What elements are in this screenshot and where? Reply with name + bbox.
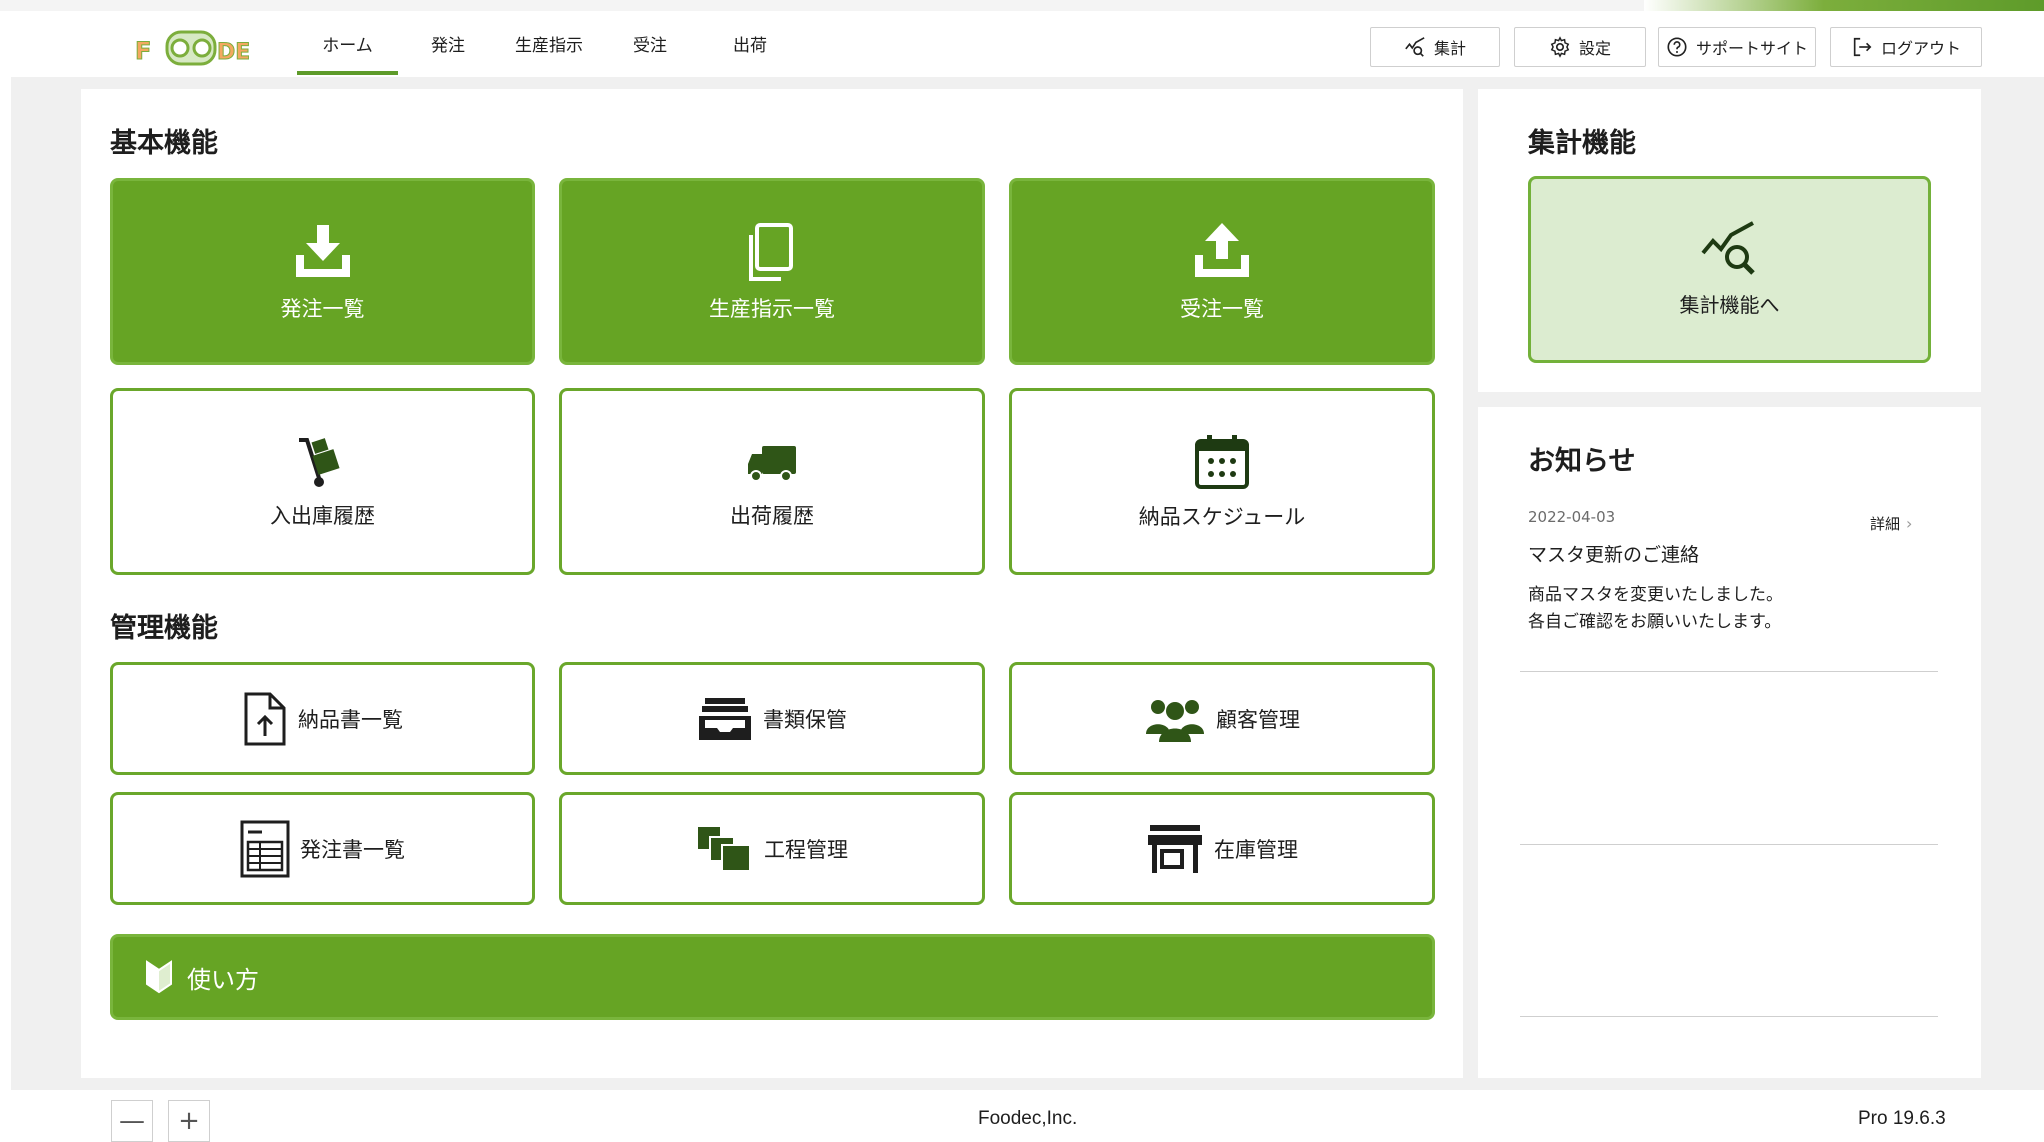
news-date: 2022-04-03 <box>1528 508 1616 526</box>
tile-stock-history-label: 入出庫履歴 <box>270 503 375 528</box>
tile-inventory-management[interactable]: 在庫管理 <box>1009 792 1435 905</box>
top-strip <box>0 0 2044 11</box>
gear-icon <box>1550 36 1570 58</box>
tile-process-management-label: 工程管理 <box>764 837 848 862</box>
support-button[interactable]: サポートサイト <box>1658 27 1816 67</box>
tile-customer-management[interactable]: 顧客管理 <box>1009 662 1435 775</box>
tile-shipping-history[interactable]: 出荷履歴 <box>559 388 985 575</box>
logout-icon <box>1853 37 1872 57</box>
version-label: Pro 19.6.3 <box>1858 1108 1946 1129</box>
tile-shipping-history-label: 出荷履歴 <box>730 503 814 528</box>
tile-stock-history[interactable]: 入出庫履歴 <box>110 388 535 575</box>
howto-label: 使い方 <box>187 965 259 994</box>
truck-icon <box>748 445 796 482</box>
download-icon <box>295 224 350 277</box>
zoom-in-button[interactable]: + <box>168 1100 210 1142</box>
basic-section-title: 基本機能 <box>110 128 218 159</box>
tile-purchase-order-list-label: 発注書一覧 <box>300 837 405 862</box>
footer: — + Foodec,Inc. Pro 19.6.3 <box>0 1090 2044 1142</box>
logout-button-label: ログアウト <box>1880 39 1961 58</box>
news-body-line: 各自ご確認をお願いいたします。 <box>1528 612 1782 632</box>
beginner-mark-icon <box>146 960 172 994</box>
logo-image: F DEC <box>135 30 267 66</box>
tile-production-list[interactable]: 生産指示一覧 <box>559 178 985 365</box>
calendar-icon <box>1195 434 1249 489</box>
tile-document-storage-label: 書類保管 <box>763 707 847 732</box>
nav-received-label: 受注 <box>633 35 667 56</box>
news-divider <box>1520 671 1938 672</box>
tile-order-list[interactable]: 発注一覧 <box>110 178 535 365</box>
chart-search-icon <box>1700 221 1755 275</box>
tile-process-management[interactable]: 工程管理 <box>559 792 985 905</box>
tile-delivery-schedule[interactable]: 納品スケジュール <box>1009 388 1435 575</box>
news-detail-label: 詳細 <box>1870 515 1901 533</box>
nav-order-label: 発注 <box>431 35 465 56</box>
tile-go-aggregate[interactable]: 集計機能へ <box>1528 176 1931 363</box>
tile-delivery-note-list-label: 納品書一覧 <box>298 707 403 732</box>
nav-production[interactable]: 生産指示 <box>500 11 598 75</box>
tile-order-list-label: 発注一覧 <box>280 296 365 321</box>
tile-received-list-label: 受注一覧 <box>1180 296 1264 321</box>
stacked-squares-icon <box>698 826 751 872</box>
support-button-label: サポートサイト <box>1695 39 1808 58</box>
company-name: Foodec,Inc. <box>978 1108 1078 1129</box>
tile-delivery-schedule-label: 納品スケジュール <box>1138 504 1306 529</box>
howto-button[interactable]: 使い方 <box>110 934 1435 1020</box>
chart-search-icon <box>1405 37 1425 57</box>
news-divider <box>1520 844 1938 845</box>
aggregate-section-title: 集計機能 <box>1528 128 1636 159</box>
news-divider <box>1520 1016 1938 1017</box>
svg-text:F: F <box>135 37 151 65</box>
tile-go-aggregate-label: 集計機能へ <box>1679 293 1780 317</box>
file-upload-icon <box>244 692 286 745</box>
tile-received-list[interactable]: 受注一覧 <box>1009 178 1435 365</box>
upload-icon <box>1195 222 1249 277</box>
inbox-icon <box>699 697 751 740</box>
news-body: 商品マスタを変更いたしました。 各自ご確認をお願いいたします。 <box>1528 582 1783 636</box>
hand-truck-icon <box>298 437 340 487</box>
store-icon <box>1148 824 1202 873</box>
settings-button-label: 設定 <box>1578 39 1611 58</box>
logout-button[interactable]: ログアウト <box>1830 27 1982 67</box>
tile-document-storage[interactable]: 書類保管 <box>559 662 985 775</box>
zoom-in-label: + <box>178 1106 200 1136</box>
news-body-line: 商品マスタを変更いたしました。 <box>1528 585 1783 605</box>
header: F DEC ホーム 発注 生産指示 受注 出荷 集計 設定 サポートサイト ログ… <box>0 11 2044 77</box>
tile-customer-management-label: 顧客管理 <box>1216 707 1300 732</box>
tile-purchase-order-list[interactable]: 発注書一覧 <box>110 792 535 905</box>
tile-delivery-note-list[interactable]: 納品書一覧 <box>110 662 535 775</box>
copy-icon <box>749 222 793 281</box>
news-detail-link[interactable]: 詳細 › <box>1870 513 1912 534</box>
nav-shipping[interactable]: 出荷 <box>712 11 788 75</box>
foodec-logo[interactable]: F DEC <box>133 28 267 68</box>
tile-production-list-label: 生産指示一覧 <box>709 296 835 321</box>
help-circle-icon <box>1667 37 1687 57</box>
zoom-out-button[interactable]: — <box>111 1100 153 1142</box>
news-title: マスタ更新のご連絡 <box>1528 544 1700 566</box>
users-icon <box>1146 699 1204 742</box>
settings-button[interactable]: 設定 <box>1514 27 1646 67</box>
nav-order[interactable]: 発注 <box>410 11 486 75</box>
nav-received[interactable]: 受注 <box>612 11 688 75</box>
aggregate-button-label: 集計 <box>1433 39 1466 58</box>
management-section-title: 管理機能 <box>110 613 218 644</box>
nav-production-label: 生産指示 <box>515 35 583 56</box>
spreadsheet-icon <box>240 820 290 877</box>
aggregate-button[interactable]: 集計 <box>1370 27 1500 67</box>
chevron-right-icon: › <box>1906 514 1913 533</box>
news-section-title: お知らせ <box>1528 446 1636 477</box>
nav-home-label: ホーム <box>322 35 373 56</box>
nav-home[interactable]: ホーム <box>297 11 398 75</box>
nav-shipping-label: 出荷 <box>733 35 767 56</box>
tile-inventory-management-label: 在庫管理 <box>1214 837 1298 862</box>
svg-text:DEC: DEC <box>217 40 249 65</box>
top-accent <box>1644 0 2044 11</box>
zoom-out-label: — <box>119 1106 145 1136</box>
